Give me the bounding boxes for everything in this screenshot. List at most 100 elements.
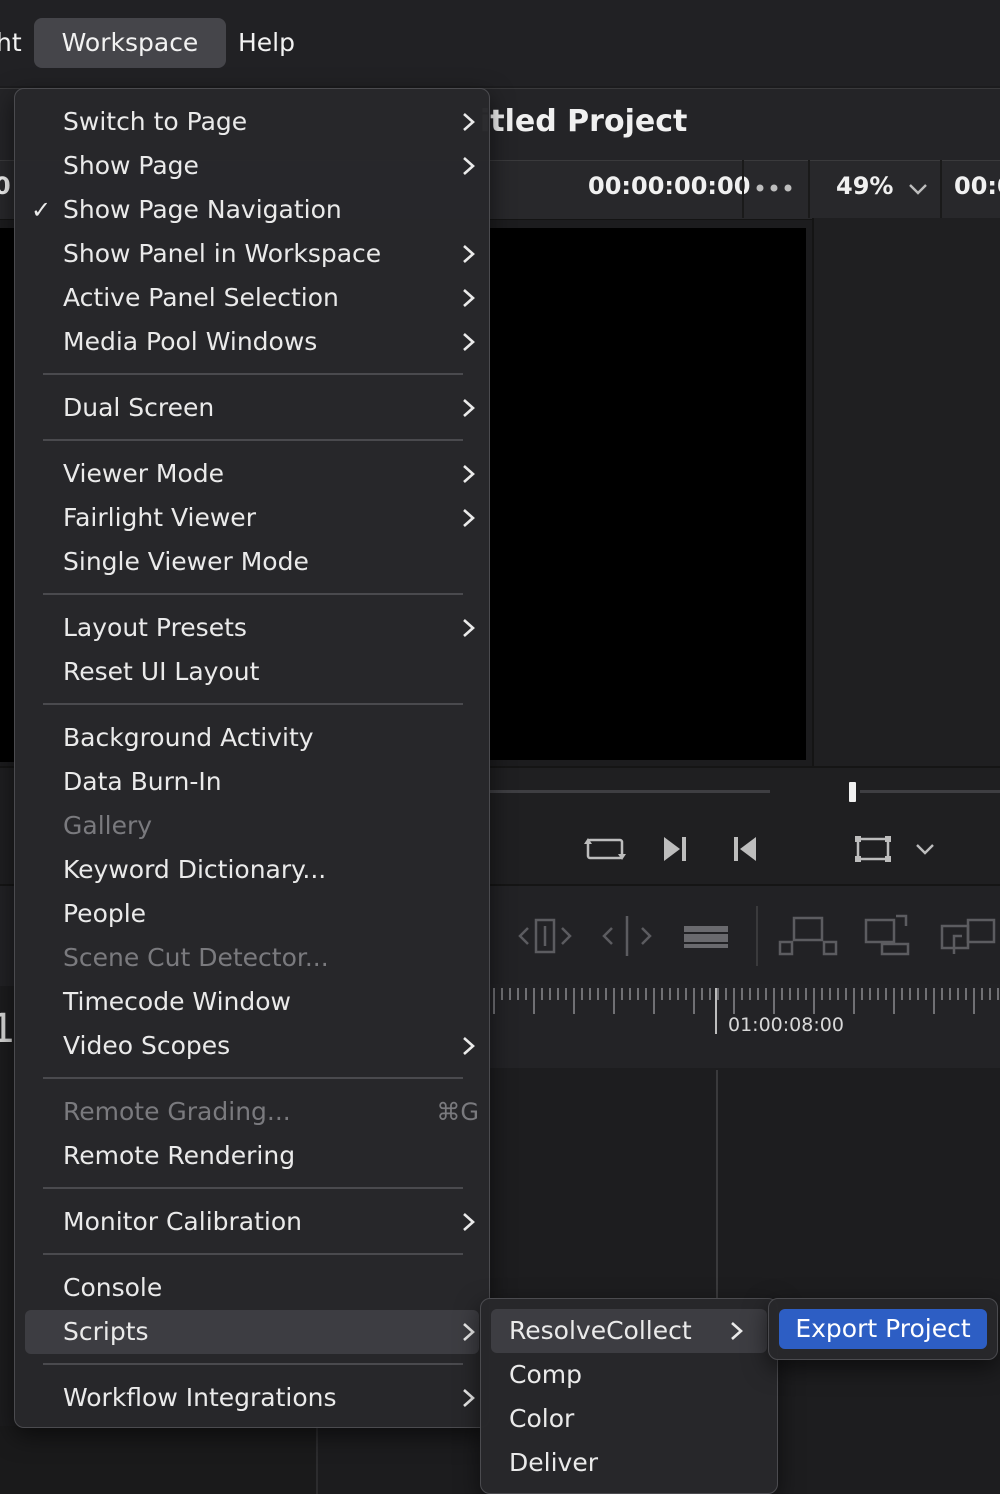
menu-item-reset-ui-layout[interactable]: Reset UI Layout bbox=[25, 650, 479, 694]
menu-item-label: Video Scopes bbox=[63, 1031, 231, 1060]
menu-item-label: Switch to Page bbox=[63, 107, 248, 136]
menu-item-people[interactable]: People bbox=[25, 892, 479, 936]
menubar-item-workspace[interactable]: Workspace bbox=[34, 18, 226, 68]
toolbar-divider bbox=[940, 160, 942, 218]
menu-item-console[interactable]: Console bbox=[25, 1266, 479, 1310]
chevron-right-icon bbox=[463, 1037, 475, 1055]
menu-item-fairlight-viewer[interactable]: Fairlight Viewer bbox=[25, 496, 479, 540]
menu-item-label: Deliver bbox=[509, 1448, 598, 1477]
menu-item-show-page-navigation[interactable]: ✓ Show Page Navigation bbox=[25, 188, 479, 232]
secondary-viewer bbox=[812, 218, 1000, 766]
menu-item-comp[interactable]: Comp bbox=[491, 1353, 767, 1397]
trim-edit-icon[interactable] bbox=[516, 916, 574, 956]
viewer-timecode: 00:00:00:00 bbox=[588, 172, 751, 200]
menu-item-scripts[interactable]: Scripts bbox=[25, 1310, 479, 1354]
chevron-right-icon bbox=[731, 1322, 743, 1340]
menu-item-label: Remote Rendering bbox=[63, 1141, 296, 1170]
workspace-menu: Switch to Page Show Page ✓ Show Page Navi… bbox=[14, 88, 490, 1428]
toolbar-divider bbox=[742, 160, 744, 218]
menu-item-label: Reset UI Layout bbox=[63, 657, 260, 686]
menubar-item-help[interactable]: Help bbox=[238, 18, 295, 68]
project-title: itled Project bbox=[480, 104, 688, 139]
resolvecollect-submenu: Export Project bbox=[768, 1298, 998, 1360]
loop-icon[interactable] bbox=[584, 834, 626, 864]
menu-item-show-page[interactable]: Show Page bbox=[25, 144, 479, 188]
playhead-marker[interactable] bbox=[849, 782, 856, 802]
menu-item-remote-grading: Remote Grading... ⌘G bbox=[25, 1090, 479, 1134]
menu-item-shortcut: ⌘G bbox=[436, 1098, 479, 1126]
menu-item-label: Timecode Window bbox=[63, 987, 291, 1016]
menu-item-label: Scene Cut Detector... bbox=[63, 943, 329, 972]
toolbar-divider bbox=[808, 160, 810, 218]
source-viewer bbox=[0, 228, 14, 762]
menu-separator bbox=[43, 593, 463, 595]
menu-item-switch-to-page[interactable]: Switch to Page bbox=[25, 100, 479, 144]
menu-item-label: Fairlight Viewer bbox=[63, 503, 256, 532]
timeline-viewer bbox=[490, 228, 806, 760]
menu-item-layout-presets[interactable]: Layout Presets bbox=[25, 606, 479, 650]
replace-clip-icon[interactable] bbox=[938, 914, 1000, 958]
menubar-item-partial[interactable]: ht bbox=[0, 18, 22, 68]
blade-icon[interactable] bbox=[682, 922, 730, 950]
menu-item-label: Scripts bbox=[63, 1317, 149, 1346]
menu-item-timecode-window[interactable]: Timecode Window bbox=[25, 980, 479, 1024]
dynamic-trim-icon[interactable] bbox=[600, 914, 654, 958]
chevron-right-icon bbox=[463, 1213, 475, 1231]
menu-item-label: Remote Grading... bbox=[63, 1097, 291, 1126]
scripts-submenu: ResolveCollect Comp Color Deliver bbox=[480, 1298, 778, 1494]
chevron-right-icon bbox=[463, 619, 475, 637]
menu-item-label: Workflow Integrations bbox=[63, 1383, 337, 1412]
menu-item-label: Viewer Mode bbox=[63, 459, 225, 488]
menu-item-keyword-dictionary[interactable]: Keyword Dictionary... bbox=[25, 848, 479, 892]
menubar: ht Workspace Help bbox=[0, 0, 1000, 86]
menu-separator bbox=[43, 439, 463, 441]
menu-item-label: Gallery bbox=[63, 811, 153, 840]
chevron-down-icon[interactable] bbox=[914, 840, 936, 858]
menu-item-resolvecollect[interactable]: ResolveCollect bbox=[491, 1309, 767, 1353]
chevron-right-icon bbox=[463, 333, 475, 351]
menu-item-color[interactable]: Color bbox=[491, 1397, 767, 1441]
menu-item-scene-cut-detector: Scene Cut Detector... bbox=[25, 936, 479, 980]
menu-item-viewer-mode[interactable]: Viewer Mode bbox=[25, 452, 479, 496]
menu-item-label: ResolveCollect bbox=[509, 1316, 692, 1345]
right-timecode-fragment: 00:0 bbox=[954, 172, 1000, 200]
toolbar-divider bbox=[756, 906, 758, 966]
scrub-bar[interactable] bbox=[860, 790, 1000, 793]
checkmark-icon: ✓ bbox=[31, 196, 52, 224]
bottom-left-panel bbox=[0, 1426, 318, 1494]
safe-area-icon[interactable] bbox=[854, 834, 892, 864]
menu-item-data-burn-in[interactable]: Data Burn-In bbox=[25, 760, 479, 804]
chevron-right-icon bbox=[463, 509, 475, 527]
insert-clip-icon[interactable] bbox=[778, 914, 838, 958]
menu-item-label: Monitor Calibration bbox=[63, 1207, 303, 1236]
menu-item-video-scopes[interactable]: Video Scopes bbox=[25, 1024, 479, 1068]
menu-item-label: Show Page bbox=[63, 151, 199, 180]
menu-item-label: Layout Presets bbox=[63, 613, 247, 642]
menu-item-label: Media Pool Windows bbox=[63, 327, 318, 356]
menu-separator bbox=[43, 703, 463, 705]
menu-item-workflow-integrations[interactable]: Workflow Integrations bbox=[25, 1376, 479, 1420]
menu-item-label: Color bbox=[509, 1404, 575, 1433]
menu-item-dual-screen[interactable]: Dual Screen bbox=[25, 386, 479, 430]
menu-item-single-viewer-mode[interactable]: Single Viewer Mode bbox=[25, 540, 479, 584]
overwrite-clip-icon[interactable] bbox=[862, 910, 912, 956]
menu-item-label: People bbox=[63, 899, 147, 928]
menu-item-label: Comp bbox=[509, 1360, 582, 1389]
menu-item-label: Show Panel in Workspace bbox=[63, 239, 382, 268]
menu-item-background-activity[interactable]: Background Activity bbox=[25, 716, 479, 760]
menu-item-export-project[interactable]: Export Project bbox=[779, 1309, 987, 1349]
menu-item-monitor-calibration[interactable]: Monitor Calibration bbox=[25, 1200, 479, 1244]
menu-item-deliver[interactable]: Deliver bbox=[491, 1441, 767, 1485]
zoom-level[interactable]: 49% bbox=[836, 172, 893, 200]
previous-frame-icon[interactable] bbox=[732, 834, 758, 864]
ruler-timecode: 01:00:08:00 bbox=[728, 1014, 844, 1036]
menu-item-show-panel-in-workspace[interactable]: Show Panel in Workspace bbox=[25, 232, 479, 276]
scrub-bar[interactable] bbox=[490, 790, 770, 793]
menu-item-active-panel-selection[interactable]: Active Panel Selection bbox=[25, 276, 479, 320]
menu-item-label: Active Panel Selection bbox=[63, 283, 339, 312]
menu-item-media-pool-windows[interactable]: Media Pool Windows bbox=[25, 320, 479, 364]
menu-item-remote-rendering[interactable]: Remote Rendering bbox=[25, 1134, 479, 1178]
more-options-icon[interactable] bbox=[754, 176, 794, 200]
chevron-down-icon[interactable] bbox=[906, 180, 930, 198]
next-frame-icon[interactable] bbox=[662, 834, 688, 864]
